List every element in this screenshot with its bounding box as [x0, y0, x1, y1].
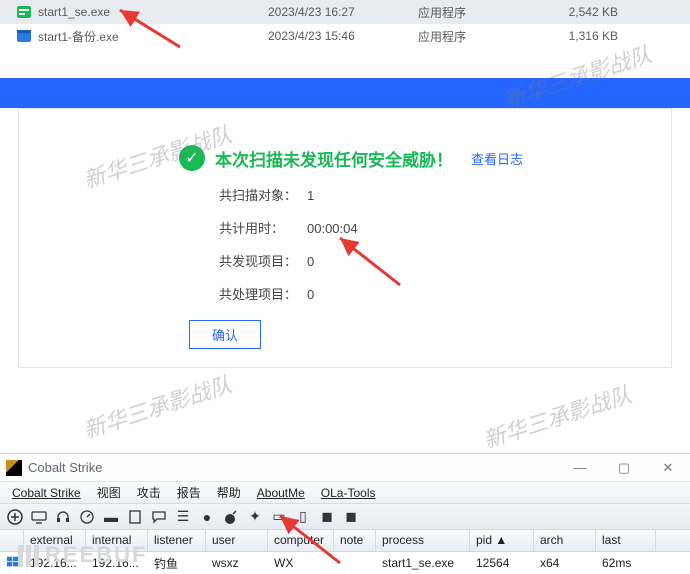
menu-report[interactable]: 报告	[169, 484, 209, 501]
file-name: start1-备份.exe	[38, 28, 268, 45]
stat-scanned: 共扫描对象：1	[219, 185, 641, 204]
dot-icon[interactable]: ●	[198, 508, 216, 526]
award-icon[interactable]: ✦	[246, 508, 264, 526]
check-icon: ✓	[179, 145, 205, 171]
stat-elapsed: 共计用时：00:00:04	[219, 218, 641, 237]
watermark: 新华三承影战队	[479, 377, 635, 455]
layers-icon[interactable]: ☰	[174, 508, 192, 526]
bomb-icon[interactable]	[222, 508, 240, 526]
view-log-link[interactable]: 查看日志	[471, 149, 523, 168]
minimize-button[interactable]: —	[558, 454, 602, 482]
scan-title: 本次扫描未发现任何安全威胁！	[215, 146, 453, 171]
menu-view[interactable]: 视图	[89, 484, 129, 501]
file-date: 2023/4/23 15:46	[268, 29, 418, 43]
cell-arch: x64	[534, 556, 596, 570]
cs-titlebar[interactable]: Cobalt Strike — ▢ ✕	[0, 454, 690, 482]
menu-ola[interactable]: OLa-Tools	[313, 486, 384, 500]
hdr-arch[interactable]: arch	[534, 530, 596, 551]
doc-icon[interactable]	[126, 508, 144, 526]
drive-icon[interactable]: ▭	[270, 508, 288, 526]
file-type: 应用程序	[418, 28, 538, 45]
cell-last: 62ms	[596, 556, 656, 570]
file-size: 1,316 KB	[538, 29, 628, 43]
cube-icon[interactable]: ◼	[318, 508, 336, 526]
cell-user: wsxz	[206, 556, 268, 570]
file-list: start1_se.exe 2023/4/23 16:27 应用程序 2,542…	[0, 0, 690, 48]
hdr-last[interactable]: last	[596, 530, 656, 551]
cs-menu: Cobalt Strike 视图 攻击 报告 帮助 AboutMe OLa-To…	[0, 482, 690, 504]
menu-attack[interactable]: 攻击	[129, 484, 169, 501]
hdr-process[interactable]: process	[376, 530, 470, 551]
file-row[interactable]: start1-备份.exe 2023/4/23 15:46 应用程序 1,316…	[0, 24, 690, 48]
cell-pid: 12564	[470, 556, 534, 570]
hdr-note[interactable]: note	[334, 530, 376, 551]
scan-result-card: ✓ 本次扫描未发现任何安全威胁！ 查看日志 共扫描对象：1 共计用时：00:00…	[18, 108, 672, 368]
headphones-icon[interactable]	[54, 508, 72, 526]
cell-process: start1_se.exe	[376, 556, 470, 570]
file-name: start1_se.exe	[38, 5, 268, 19]
cs-logo-icon	[6, 460, 22, 476]
gauge-icon[interactable]	[78, 508, 96, 526]
cell-listener: 钓鱼	[148, 555, 206, 572]
file-row[interactable]: start1_se.exe 2023/4/23 16:27 应用程序 2,542…	[0, 0, 690, 24]
plus-icon[interactable]	[6, 508, 24, 526]
scan-header-bar	[0, 78, 690, 108]
menu-cobalt-strike[interactable]: Cobalt Strike	[4, 486, 89, 500]
file-date: 2023/4/23 16:27	[268, 5, 418, 19]
cs-title: Cobalt Strike	[28, 460, 102, 475]
stat-found: 共发现项目：0	[219, 251, 641, 270]
hdr-pid[interactable]: pid ▲	[470, 530, 534, 551]
cube2-icon[interactable]: ◼	[342, 508, 360, 526]
display-icon[interactable]	[30, 508, 48, 526]
folder-icon[interactable]: ▬	[102, 508, 120, 526]
cell-computer: WX	[268, 556, 334, 570]
exe-icon	[16, 28, 32, 44]
file-type: 应用程序	[418, 4, 538, 21]
freebuf-logo: REEBUF	[18, 542, 147, 568]
stat-handled: 共处理项目：0	[219, 284, 641, 303]
close-button[interactable]: ✕	[646, 454, 690, 482]
exe-icon	[16, 4, 32, 20]
page-icon[interactable]: ▯	[294, 508, 312, 526]
menu-help[interactable]: 帮助	[209, 484, 249, 501]
hdr-computer[interactable]: computer	[268, 530, 334, 551]
hdr-user[interactable]: user	[206, 530, 268, 551]
file-size: 2,542 KB	[538, 5, 628, 19]
chat-icon[interactable]	[150, 508, 168, 526]
menu-aboutme[interactable]: AboutMe	[249, 486, 313, 500]
maximize-button[interactable]: ▢	[602, 454, 646, 482]
hdr-listener[interactable]: listener	[148, 530, 206, 551]
cs-toolbar: ▬ ☰ ● ✦ ▭ ▯ ◼ ◼	[0, 504, 690, 530]
watermark: 新华三承影战队	[79, 367, 235, 445]
confirm-button[interactable]: 确认	[189, 320, 261, 349]
